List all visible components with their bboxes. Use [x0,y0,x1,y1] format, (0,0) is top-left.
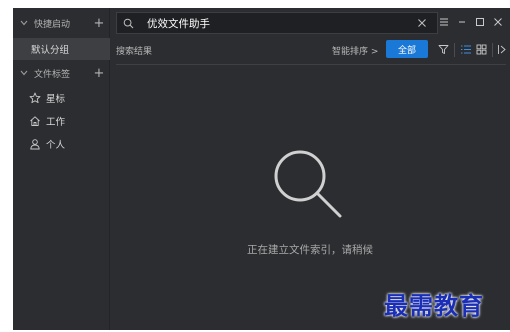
list-view-icon[interactable] [459,42,473,56]
sidebar: 快捷启动 + 默认分组 文件标签 + 星标 工作 个人 [13,8,110,330]
add-file-tag-button[interactable]: + [92,67,106,80]
chevron-down-icon [19,18,29,28]
all-filter-button[interactable]: 全部 [386,40,428,58]
menu-icon[interactable] [436,14,452,30]
maximize-icon[interactable] [472,14,488,30]
sidebar-item-default-group[interactable]: 默认分组 [13,38,110,60]
empty-state: 正在建立文件索引，请稍候 [110,138,510,278]
window-controls [436,14,506,30]
search-input[interactable] [147,14,415,32]
grid-view-icon[interactable] [474,42,488,56]
person-icon [29,138,41,150]
sidebar-section-quick-launch[interactable]: 快捷启动 + [13,12,110,34]
sidebar-item-label: 个人 [46,140,66,151]
smart-sort-button[interactable]: 智能排序 > [332,44,378,57]
toolbar-divider [454,43,455,57]
sidebar-item-label: 默认分组 [31,45,70,56]
results-label: 搜索结果 [116,47,153,57]
minimize-icon[interactable] [454,14,470,30]
main-panel: 搜索结果 智能排序 > 全部 正在建立文件索引，请稍候 [110,8,510,330]
sidebar-item-work[interactable]: 工作 [13,110,110,132]
search-box[interactable] [116,12,438,34]
side-panel-toggle-icon[interactable] [496,42,508,56]
large-search-icon [268,144,348,224]
sidebar-section-label: 文件标签 [34,69,71,80]
close-icon[interactable] [490,14,506,30]
search-icon [123,17,135,29]
clear-search-button[interactable] [415,16,429,30]
toolbar-divider [492,43,493,57]
results-toolbar: 搜索结果 智能排序 > 全部 [110,38,510,62]
chevron-down-icon [19,68,29,78]
filter-icon[interactable] [436,42,450,56]
indexing-message: 正在建立文件索引，请稍候 [247,244,373,256]
sidebar-item-star[interactable]: 星标 [13,87,110,109]
sidebar-item-label: 工作 [46,117,66,128]
sidebar-item-label: 星标 [46,94,66,105]
sidebar-item-personal[interactable]: 个人 [13,133,110,155]
sidebar-section-file-tags[interactable]: 文件标签 + [13,62,110,84]
add-quick-launch-button[interactable]: + [92,17,106,30]
home-icon [29,115,41,127]
app-window: 快捷启动 + 默认分组 文件标签 + 星标 工作 个人 优效文件助手 搜索结果 … [13,8,510,330]
sidebar-section-label: 快捷启动 [34,19,71,30]
watermark-logo: 最需教育 [384,291,484,320]
star-icon [29,92,41,104]
toolbar-divider-line [116,64,506,65]
